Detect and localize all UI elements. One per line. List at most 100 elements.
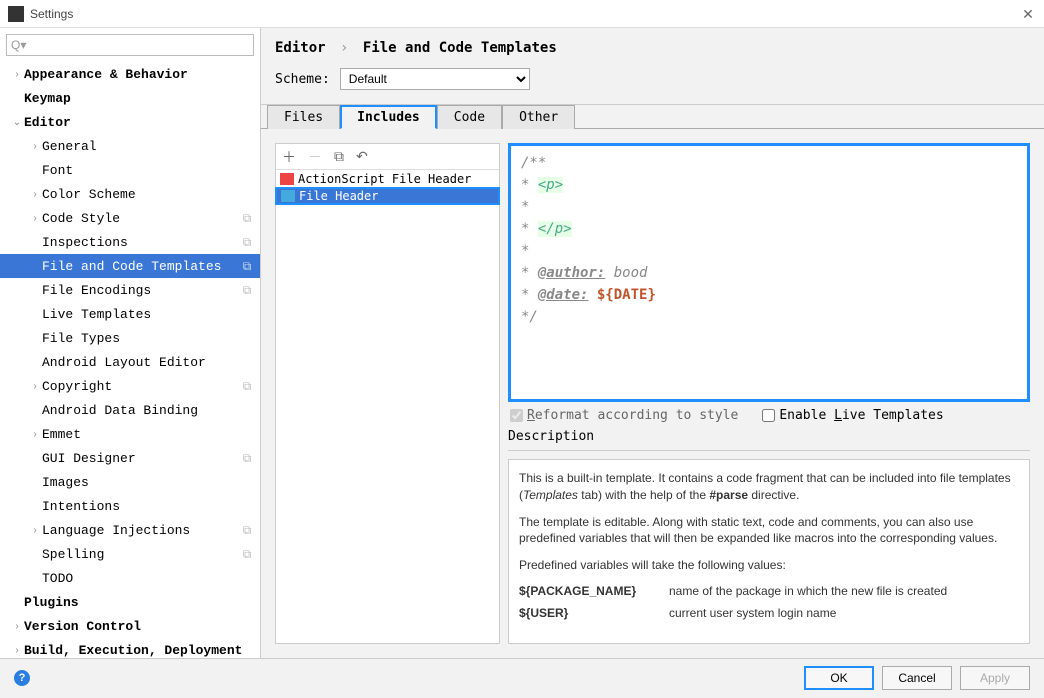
sidebar-item-label: Editor — [24, 115, 254, 130]
sidebar-item[interactable]: Android Layout Editor — [0, 350, 260, 374]
apply-button[interactable]: Apply — [960, 666, 1030, 690]
sidebar-item-label: File Encodings — [42, 283, 240, 298]
chevron-icon: › — [10, 69, 24, 80]
copy-icon: ⧉ — [240, 235, 254, 250]
copy-icon: ⧉ — [240, 547, 254, 562]
sidebar-item[interactable]: Images — [0, 470, 260, 494]
sidebar-item[interactable]: ›Code Style⧉ — [0, 206, 260, 230]
reformat-checkbox[interactable]: Reformat according to style — [510, 408, 738, 423]
file-icon — [281, 190, 295, 202]
add-icon[interactable]: ＋ — [282, 147, 296, 167]
sidebar-item-label: Appearance & Behavior — [24, 67, 254, 82]
copy-icon: ⧉ — [240, 259, 254, 274]
sidebar-item[interactable]: Inspections⧉ — [0, 230, 260, 254]
sidebar-item[interactable]: Plugins — [0, 590, 260, 614]
variable-row: ${PACKAGE_NAME}name of the package in wh… — [519, 584, 1019, 598]
chevron-icon: › — [10, 645, 24, 656]
settings-sidebar: ›Appearance & BehaviorKeymap⌄Editor›Gene… — [0, 28, 261, 658]
copy-icon: ⧉ — [240, 379, 254, 394]
sidebar-item[interactable]: Live Templates — [0, 302, 260, 326]
sidebar-item-label: Inspections — [42, 235, 240, 250]
footer: ? OK Cancel Apply — [0, 658, 1044, 696]
chevron-icon: › — [28, 525, 42, 536]
revert-icon[interactable]: ↶ — [356, 148, 368, 165]
sidebar-item[interactable]: Android Data Binding — [0, 398, 260, 422]
sidebar-item[interactable]: ›Appearance & Behavior — [0, 62, 260, 86]
sidebar-item-label: Live Templates — [42, 307, 254, 322]
titlebar: Settings ✕ — [0, 0, 1044, 28]
breadcrumb-1: File and Code Templates — [363, 40, 557, 56]
chevron-icon: › — [28, 429, 42, 440]
sidebar-item[interactable]: ⌄Editor — [0, 110, 260, 134]
sidebar-item-label: General — [42, 139, 254, 154]
copy-icon: ⧉ — [240, 283, 254, 298]
sidebar-item[interactable]: Keymap — [0, 86, 260, 110]
sidebar-item[interactable]: ›General — [0, 134, 260, 158]
tab-files[interactable]: Files — [267, 105, 340, 129]
sidebar-item-label: Android Data Binding — [42, 403, 254, 418]
code-editor[interactable]: /** * <p> * * </p> * * @author: bood * @… — [508, 143, 1030, 402]
sidebar-item-label: File and Code Templates — [42, 259, 240, 274]
sidebar-item[interactable]: Intentions — [0, 494, 260, 518]
sidebar-item-label: Language Injections — [42, 523, 240, 538]
window-title: Settings — [30, 7, 1020, 21]
sidebar-item-label: Version Control — [24, 619, 254, 634]
enable-live-templates-checkbox[interactable]: Enable Live Templates — [762, 408, 943, 423]
copy-icon: ⧉ — [240, 451, 254, 466]
ok-button[interactable]: OK — [804, 666, 874, 690]
app-icon — [8, 6, 24, 22]
sidebar-item-label: Font — [42, 163, 254, 178]
sidebar-item[interactable]: TODO — [0, 566, 260, 590]
copy-icon[interactable]: ⧉ — [334, 148, 344, 165]
sidebar-item[interactable]: ›Build, Execution, Deployment — [0, 638, 260, 658]
main-panel: Editor › File and Code Templates Scheme:… — [261, 28, 1044, 658]
sidebar-item-label: Spelling — [42, 547, 240, 562]
remove-icon[interactable]: － — [308, 147, 322, 167]
sidebar-item[interactable]: GUI Designer⧉ — [0, 446, 260, 470]
scheme-select[interactable]: Default — [340, 68, 530, 90]
sidebar-item[interactable]: ›Emmet — [0, 422, 260, 446]
sidebar-item[interactable]: Font — [0, 158, 260, 182]
editor-panel: /** * <p> * * </p> * * @author: bood * @… — [508, 143, 1030, 644]
sidebar-item-label: Android Layout Editor — [42, 355, 254, 370]
breadcrumb: Editor › File and Code Templates — [261, 28, 1044, 64]
tab-other[interactable]: Other — [502, 105, 575, 129]
sidebar-item-label: Copyright — [42, 379, 240, 394]
template-list-panel: ＋ － ⧉ ↶ ActionScript File HeaderFile Hea… — [275, 143, 500, 644]
sidebar-item-label: Build, Execution, Deployment — [24, 643, 254, 658]
sidebar-item[interactable]: File and Code Templates⧉ — [0, 254, 260, 278]
sidebar-item-label: Keymap — [24, 91, 254, 106]
settings-tree: ›Appearance & BehaviorKeymap⌄Editor›Gene… — [0, 62, 260, 658]
chevron-right-icon: › — [340, 40, 348, 56]
description-panel: This is a built-in template. It contains… — [508, 459, 1030, 644]
variable-row: ${USER}current user system login name — [519, 606, 1019, 620]
chevron-icon: › — [28, 213, 42, 224]
cancel-button[interactable]: Cancel — [882, 666, 952, 690]
breadcrumb-0: Editor — [275, 40, 326, 56]
sidebar-item[interactable]: File Types — [0, 326, 260, 350]
search-input[interactable] — [6, 34, 254, 56]
tab-code[interactable]: Code — [437, 105, 502, 129]
sidebar-item[interactable]: Spelling⧉ — [0, 542, 260, 566]
tabs: FilesIncludesCodeOther — [261, 105, 1044, 129]
template-item[interactable]: File Header — [275, 187, 500, 205]
scheme-label: Scheme: — [275, 72, 330, 87]
description-title: Description — [508, 429, 1030, 444]
sidebar-item[interactable]: ›Color Scheme — [0, 182, 260, 206]
template-list: ActionScript File HeaderFile Header — [276, 170, 499, 643]
close-icon[interactable]: ✕ — [1020, 6, 1036, 22]
sidebar-item[interactable]: ›Version Control — [0, 614, 260, 638]
sidebar-item-label: File Types — [42, 331, 254, 346]
sidebar-item-label: GUI Designer — [42, 451, 240, 466]
sidebar-item-label: Code Style — [42, 211, 240, 226]
tab-includes[interactable]: Includes — [340, 105, 437, 129]
sidebar-item[interactable]: ›Copyright⧉ — [0, 374, 260, 398]
sidebar-item-label: Emmet — [42, 427, 254, 442]
sidebar-item[interactable]: File Encodings⧉ — [0, 278, 260, 302]
template-item[interactable]: ActionScript File Header — [276, 170, 499, 188]
chevron-icon: › — [10, 621, 24, 632]
sidebar-item[interactable]: ›Language Injections⧉ — [0, 518, 260, 542]
help-icon[interactable]: ? — [14, 670, 30, 686]
sidebar-item-label: Intentions — [42, 499, 254, 514]
chevron-icon: ⌄ — [10, 117, 24, 128]
